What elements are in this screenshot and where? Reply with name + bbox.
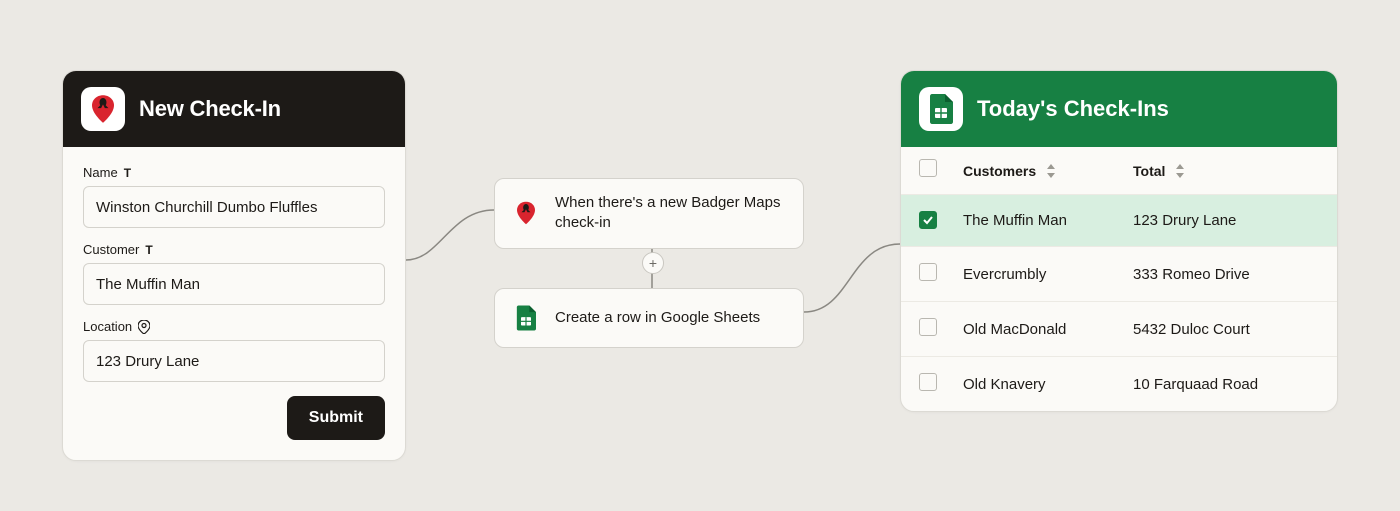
name-label: Name T	[83, 165, 385, 180]
text-type-icon: T	[124, 166, 131, 180]
new-checkin-card: New Check-In Name T Customer T Location …	[62, 70, 406, 461]
badger-maps-icon	[81, 87, 125, 131]
name-label-text: Name	[83, 165, 118, 180]
select-all-checkbox[interactable]	[919, 159, 937, 177]
plus-icon: +	[649, 255, 657, 271]
action-step-label: Create a row in Google Sheets	[555, 308, 760, 328]
trigger-step-label: When there's a new Badger Maps check-in	[555, 193, 787, 234]
cell-total: 333 Romeo Drive	[1133, 266, 1319, 283]
text-type-icon: T	[145, 243, 152, 257]
customer-label: Customer T	[83, 242, 385, 257]
google-sheets-icon	[511, 303, 541, 333]
row-checkbox[interactable]	[919, 263, 937, 281]
cell-total: 10 Farquaad Road	[1133, 376, 1319, 393]
form-header: New Check-In	[63, 71, 405, 147]
customer-label-text: Customer	[83, 242, 139, 257]
name-input[interactable]	[83, 186, 385, 228]
sheet-title: Today's Check-Ins	[977, 96, 1169, 122]
google-sheets-icon	[919, 87, 963, 131]
submit-button[interactable]: Submit	[287, 396, 385, 440]
trigger-step[interactable]: When there's a new Badger Maps check-in	[494, 178, 804, 249]
table-row[interactable]: Old MacDonald5432 Duloc Court	[901, 302, 1337, 357]
table-row[interactable]: Old Knavery10 Farquaad Road	[901, 357, 1337, 411]
location-input[interactable]	[83, 340, 385, 382]
sheet-header: Today's Check-Ins	[901, 71, 1337, 147]
column-customers-label: Customers	[963, 163, 1036, 179]
column-customers[interactable]: Customers	[963, 163, 1133, 179]
sheet-column-header: Customers Total	[901, 147, 1337, 195]
form-title: New Check-In	[139, 96, 281, 122]
cell-customer: Old MacDonald	[963, 321, 1133, 338]
table-row[interactable]: Evercrumbly333 Romeo Drive	[901, 247, 1337, 302]
location-label-text: Location	[83, 319, 132, 334]
sort-icon	[1175, 164, 1185, 178]
row-checkbox[interactable]	[919, 211, 937, 229]
column-total-label: Total	[1133, 163, 1165, 179]
cell-customer: The Muffin Man	[963, 212, 1133, 229]
customer-input[interactable]	[83, 263, 385, 305]
action-step[interactable]: Create a row in Google Sheets	[494, 288, 804, 348]
badger-maps-icon	[511, 198, 541, 228]
column-total[interactable]: Total	[1133, 163, 1319, 179]
sort-icon	[1046, 164, 1056, 178]
cell-total: 5432 Duloc Court	[1133, 321, 1319, 338]
row-checkbox[interactable]	[919, 373, 937, 391]
todays-checkins-card: Today's Check-Ins Customers Total	[900, 70, 1338, 412]
form-body: Name T Customer T Location Submit	[63, 147, 405, 460]
cell-customer: Old Knavery	[963, 376, 1133, 393]
table-row[interactable]: The Muffin Man123 Drury Lane	[901, 195, 1337, 247]
cell-total: 123 Drury Lane	[1133, 212, 1319, 229]
cell-customer: Evercrumbly	[963, 266, 1133, 283]
location-label: Location	[83, 319, 385, 334]
row-checkbox[interactable]	[919, 318, 937, 336]
location-pin-icon	[138, 320, 150, 334]
add-step-button[interactable]: +	[642, 252, 664, 274]
